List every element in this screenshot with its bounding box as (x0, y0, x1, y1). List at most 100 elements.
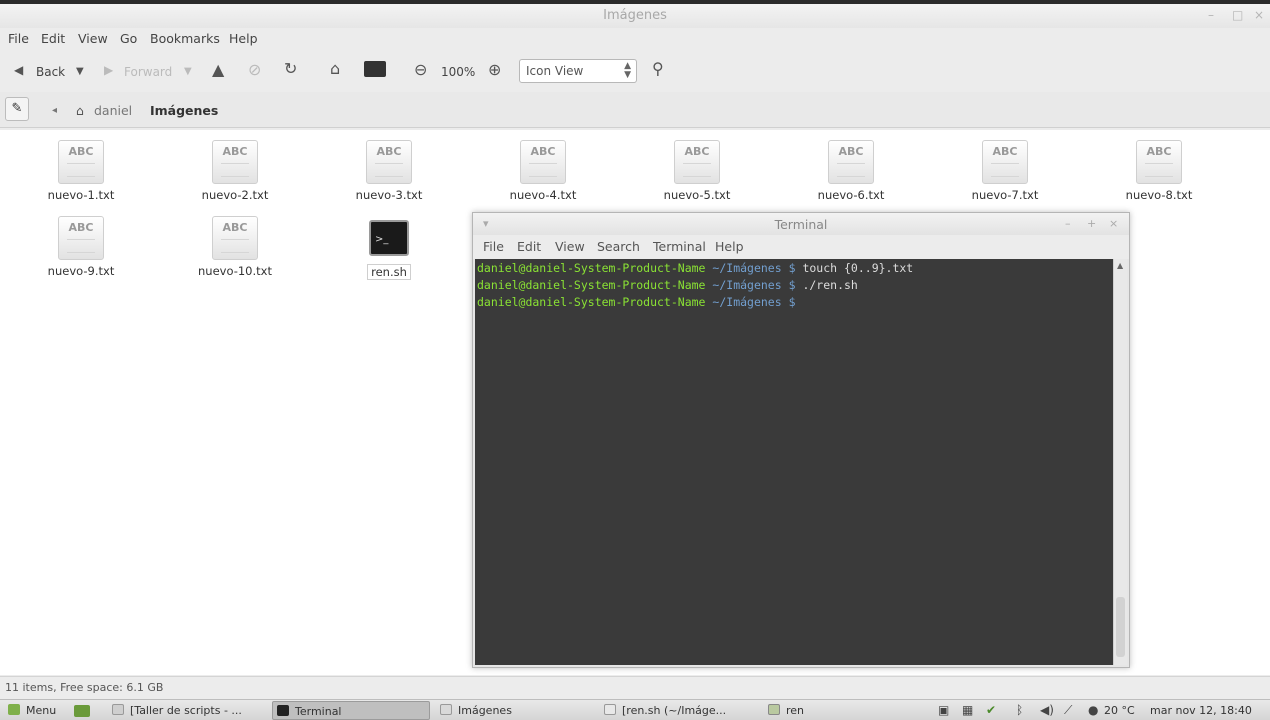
file-name: nuevo-9.txt (47, 264, 115, 278)
file-item[interactable]: ABC nuevo-6.txt (796, 140, 906, 202)
path-left-arrow-icon[interactable]: ◂ (52, 105, 57, 116)
maximize-icon[interactable]: □ (1232, 8, 1243, 22)
menu-go[interactable]: Go (120, 31, 137, 46)
terminal-minimize-icon[interactable]: – (1065, 217, 1071, 230)
menu-bar: File Edit View Go Bookmarks Help (0, 28, 1270, 50)
window-list-icon[interactable]: ▣ (938, 703, 949, 717)
menu-view[interactable]: View (78, 31, 108, 46)
forward-history-dropdown-icon[interactable]: ▼ (184, 64, 192, 80)
zoom-out-icon[interactable]: ⊖ (414, 62, 427, 78)
file-name: ren.sh (367, 264, 411, 280)
pencil-icon: ✎ (11, 101, 23, 116)
text-file-icon: ABC (366, 140, 412, 184)
task-ren[interactable]: ren (764, 701, 922, 720)
menu-button[interactable]: Menu (4, 701, 68, 720)
file-item[interactable]: ABC nuevo-4.txt (488, 140, 598, 202)
text-file-icon: ABC (1136, 140, 1182, 184)
volume-icon[interactable]: ◀) (1040, 703, 1054, 717)
forward-arrow-icon[interactable]: ▶ (104, 62, 113, 78)
terminal-menu-bar: File Edit View Search Terminal Help (473, 235, 1129, 259)
terminal-maximize-icon[interactable]: + (1087, 217, 1096, 230)
script-file-icon: >_ (369, 220, 409, 256)
task-imagenes[interactable]: Imágenes (436, 701, 594, 720)
file-item[interactable]: ABC nuevo-3.txt (334, 140, 444, 202)
home-icon[interactable]: ⌂ (330, 61, 340, 77)
file-name: nuevo-8.txt (1125, 188, 1193, 202)
back-history-dropdown-icon[interactable]: ▼ (76, 64, 84, 80)
network-icon[interactable]: ⟋ (1064, 703, 1072, 717)
task-terminal[interactable]: Terminal (272, 701, 430, 720)
folder-icon (768, 704, 780, 715)
file-name: nuevo-3.txt (355, 188, 423, 202)
update-manager-icon[interactable]: ✔ (986, 703, 996, 717)
reload-icon[interactable]: ↻ (284, 61, 297, 77)
menu-help[interactable]: Help (229, 31, 258, 46)
terminal-menu-file[interactable]: File (483, 239, 504, 254)
terminal-close-icon[interactable]: × (1109, 217, 1118, 230)
file-item[interactable]: ABC nuevo-7.txt (950, 140, 1060, 202)
zoom-in-icon[interactable]: ⊕ (488, 62, 501, 78)
text-file-icon: ABC (982, 140, 1028, 184)
show-desktop-icon[interactable] (74, 705, 90, 717)
task-taller-de-scripts[interactable]: [Taller de scripts - ... (108, 701, 266, 720)
file-name: nuevo-6.txt (817, 188, 885, 202)
computer-icon[interactable] (364, 61, 386, 77)
file-name: nuevo-4.txt (509, 188, 577, 202)
terminal-menu-search[interactable]: Search (597, 239, 640, 254)
breadcrumb-current[interactable]: Imágenes (150, 103, 218, 118)
file-item[interactable]: ABC nuevo-8.txt (1104, 140, 1214, 202)
edit-location-button[interactable]: ✎ (5, 97, 29, 121)
file-name: nuevo-7.txt (971, 188, 1039, 202)
close-icon[interactable]: × (1254, 8, 1264, 22)
breadcrumb-home[interactable]: daniel (94, 103, 132, 118)
document-icon (112, 704, 124, 715)
text-file-icon: ABC (58, 216, 104, 260)
terminal-menu-help[interactable]: Help (715, 239, 744, 254)
file-item[interactable]: ABC nuevo-10.txt (180, 216, 290, 278)
terminal-window[interactable]: ▾ Terminal – + × File Edit View Search T… (472, 212, 1130, 668)
view-mode-value: Icon View (526, 64, 584, 78)
file-item[interactable]: ABC nuevo-2.txt (180, 140, 290, 202)
zoom-level: 100% (441, 65, 476, 79)
window-titlebar[interactable]: Imágenes – □ × (0, 4, 1270, 28)
file-name: nuevo-5.txt (663, 188, 731, 202)
status-bar: 11 items, Free space: 6.1 GB (0, 676, 1270, 698)
terminal-menu-view[interactable]: View (555, 239, 585, 254)
view-mode-select[interactable]: Icon View ▲ ▼ (519, 59, 637, 83)
scrollbar-thumb[interactable] (1116, 597, 1125, 657)
file-item[interactable]: ABC nuevo-1.txt (26, 140, 136, 202)
minimize-icon[interactable]: – (1208, 8, 1214, 22)
terminal-titlebar[interactable]: ▾ Terminal – + × (473, 213, 1129, 235)
back-arrow-icon[interactable]: ◀ (14, 62, 23, 78)
mint-logo-icon (8, 704, 20, 715)
task-ren-sh-editor[interactable]: [ren.sh (~/Imáge... (600, 701, 758, 720)
taskbar: Menu [Taller de scripts - ... Terminal I… (0, 699, 1270, 720)
terminal-menu-edit[interactable]: Edit (517, 239, 541, 254)
menu-edit[interactable]: Edit (41, 31, 65, 46)
up-arrow-icon[interactable]: ▲ (212, 62, 224, 78)
file-item[interactable]: >_ ren.sh (334, 216, 444, 280)
screenshot-icon[interactable]: ▦ (962, 703, 973, 717)
menu-bookmarks[interactable]: Bookmarks (150, 31, 220, 46)
weather-icon[interactable]: ● (1088, 703, 1098, 717)
text-editor-icon (604, 704, 616, 715)
search-icon[interactable]: ⚲ (652, 61, 664, 77)
terminal-menu-terminal[interactable]: Terminal (653, 239, 706, 254)
file-item[interactable]: ABC nuevo-9.txt (26, 216, 136, 278)
stop-icon[interactable]: ⊘ (248, 62, 261, 78)
clock[interactable]: mar nov 12, 18:40 (1150, 704, 1252, 717)
select-arrows-icon: ▲ ▼ (624, 61, 631, 80)
text-file-icon: ABC (58, 140, 104, 184)
file-item[interactable]: ABC nuevo-5.txt (642, 140, 752, 202)
forward-button[interactable]: Forward (124, 65, 172, 79)
terminal-output[interactable]: daniel@daniel-System-Product-Name ~/Imág… (475, 259, 1113, 665)
weather-temperature[interactable]: 20 °C (1104, 704, 1135, 717)
menu-file[interactable]: File (8, 31, 29, 46)
terminal-scrollbar[interactable]: ▲ (1113, 259, 1127, 665)
terminal-line: daniel@daniel-System-Product-Name ~/Imág… (477, 295, 796, 309)
text-file-icon: ABC (212, 140, 258, 184)
bluetooth-icon[interactable]: ᛒ (1016, 703, 1023, 717)
back-button[interactable]: Back (36, 65, 65, 79)
location-bar: ✎ ◂ ⌂ daniel Imágenes (0, 92, 1270, 128)
scroll-up-icon[interactable]: ▲ (1117, 261, 1123, 270)
